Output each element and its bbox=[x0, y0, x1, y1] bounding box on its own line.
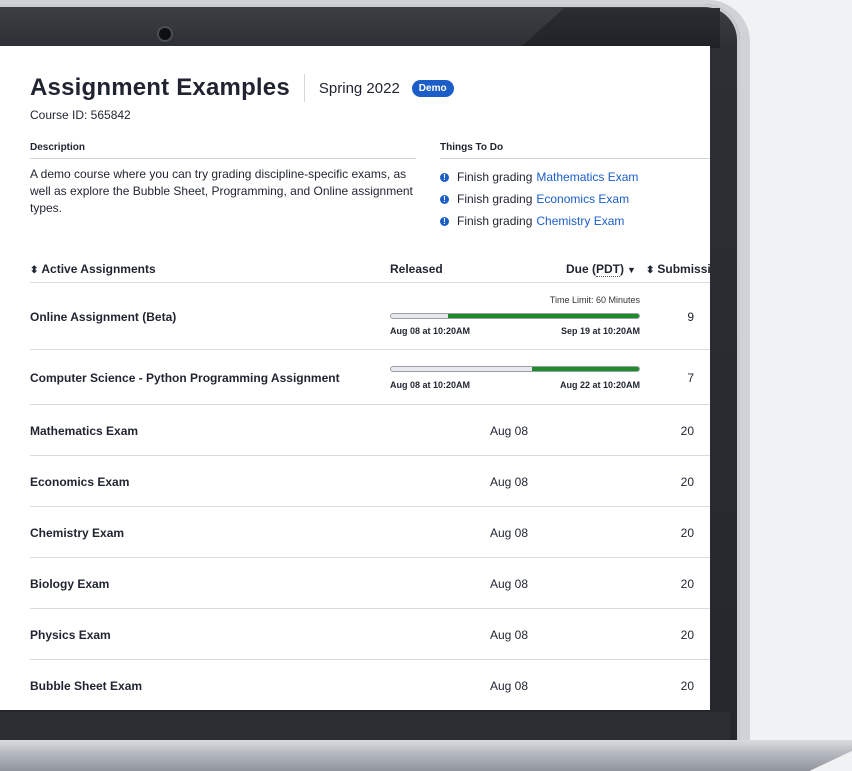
table-row[interactable]: Chemistry Exam Aug 08 20 bbox=[30, 507, 710, 558]
table-row[interactable]: Physics Exam Aug 08 20 bbox=[30, 609, 710, 660]
active-assignments-label: Active Assignments bbox=[41, 262, 156, 276]
table-row[interactable]: Computer Science - Python Programming As… bbox=[30, 350, 710, 405]
assignment-date: Aug 08 bbox=[490, 475, 529, 489]
things-to-do-heading: Things To Do bbox=[440, 142, 710, 159]
screen: Assignment Examples Spring 2022 Demo Cou… bbox=[0, 46, 710, 710]
description-heading: Description bbox=[30, 142, 416, 159]
caret-down-icon: ▼ bbox=[627, 265, 636, 275]
course-header: Assignment Examples Spring 2022 Demo bbox=[30, 74, 454, 102]
assignment-date: Aug 08 bbox=[490, 577, 529, 591]
assignment-name[interactable]: Chemistry Exam bbox=[30, 526, 124, 540]
assignment-name[interactable]: Computer Science - Python Programming As… bbox=[30, 371, 340, 385]
released-column-header[interactable]: Released bbox=[390, 262, 443, 276]
timeline-progress-fill bbox=[448, 314, 639, 318]
assignment-timeline: Aug 08 at 10:20AM Aug 22 at 10:20AM bbox=[390, 362, 640, 402]
assignment-date: Aug 08 bbox=[490, 628, 529, 642]
assignment-timeline: Time Limit: 60 Minutes Aug 08 at 10:20AM… bbox=[390, 293, 640, 343]
assignment-date: Aug 08 bbox=[490, 679, 529, 693]
assignment-name[interactable]: Economics Exam bbox=[30, 475, 129, 489]
todo-prefix: Finish grading bbox=[457, 214, 533, 228]
todo-prefix: Finish grading bbox=[457, 192, 533, 206]
todo-prefix: Finish grading bbox=[457, 170, 533, 184]
things-to-do-list: ! Finish grading Mathematics Exam ! Fini… bbox=[440, 166, 710, 232]
table-row[interactable]: Bubble Sheet Exam Aug 08 20 bbox=[30, 660, 710, 710]
todo-link-mathematics[interactable]: Mathematics Exam bbox=[536, 170, 638, 184]
timeline-progress-fill bbox=[532, 367, 639, 371]
assignment-name[interactable]: Biology Exam bbox=[30, 577, 109, 591]
due-label: Due ( bbox=[566, 262, 596, 276]
timeline-progress-bar bbox=[390, 366, 640, 372]
assignment-name[interactable]: Mathematics Exam bbox=[30, 424, 138, 438]
assignments-table-header: ⬍ Active Assignments Released Due (PDT) ▼ … bbox=[30, 258, 710, 283]
assignment-date: Aug 08 bbox=[490, 424, 529, 438]
released-date: Aug 08 at 10:20AM bbox=[390, 326, 471, 336]
active-assignments-column-header[interactable]: ⬍ Active Assignments bbox=[30, 262, 156, 276]
due-date: Aug 22 at 10:20AM bbox=[559, 380, 640, 390]
due-column-header[interactable]: Due (PDT) ▼ bbox=[566, 262, 636, 277]
page-title: Assignment Examples bbox=[30, 74, 290, 101]
webcam-icon bbox=[157, 26, 173, 42]
laptop-base bbox=[0, 740, 852, 771]
laptop-bezel-bottom bbox=[0, 712, 730, 742]
todo-link-chemistry[interactable]: Chemistry Exam bbox=[536, 214, 624, 228]
submission-count: 9 bbox=[687, 310, 694, 324]
time-limit: Time Limit: 60 Minutes bbox=[549, 295, 640, 305]
course-id: Course ID: 565842 bbox=[30, 108, 131, 122]
submission-count: 7 bbox=[687, 371, 694, 385]
todo-item: ! Finish grading Chemistry Exam bbox=[440, 210, 710, 232]
submissions-column-header[interactable]: ⬍ Submissi bbox=[646, 262, 710, 276]
submission-count: 20 bbox=[680, 475, 694, 489]
demo-badge: Demo bbox=[411, 79, 454, 97]
table-row[interactable]: Economics Exam Aug 08 20 bbox=[30, 456, 710, 507]
submission-count: 20 bbox=[680, 679, 694, 693]
submissions-label: Submissi bbox=[657, 262, 710, 276]
alert-icon: ! bbox=[440, 194, 449, 204]
submission-count: 20 bbox=[680, 424, 694, 438]
sort-icon: ⬍ bbox=[646, 265, 655, 276]
course-term: Spring 2022 bbox=[318, 79, 400, 97]
due-date: Sep 19 at 10:20AM bbox=[560, 326, 640, 336]
assignment-name[interactable]: Physics Exam bbox=[30, 628, 111, 642]
submission-count: 20 bbox=[680, 628, 694, 642]
todo-item: ! Finish grading Economics Exam bbox=[440, 188, 710, 210]
todo-item: ! Finish grading Mathematics Exam bbox=[440, 166, 710, 188]
alert-icon: ! bbox=[440, 172, 449, 182]
assignment-name[interactable]: Online Assignment (Beta) bbox=[30, 310, 176, 324]
submission-count: 20 bbox=[680, 526, 694, 540]
table-row[interactable]: Biology Exam Aug 08 20 bbox=[30, 558, 710, 609]
timeline-progress-bar bbox=[390, 313, 640, 319]
released-date: Aug 08 at 10:20AM bbox=[390, 380, 471, 390]
submission-count: 20 bbox=[680, 577, 694, 591]
table-row[interactable]: Online Assignment (Beta) Time Limit: 60 … bbox=[30, 283, 710, 350]
due-close: ) bbox=[620, 262, 624, 276]
alert-icon: ! bbox=[440, 216, 449, 226]
due-timezone: PDT bbox=[596, 262, 620, 277]
sort-icon: ⬍ bbox=[30, 265, 39, 276]
table-row[interactable]: Mathematics Exam Aug 08 20 bbox=[30, 405, 710, 456]
description-text: A demo course where you can try grading … bbox=[30, 167, 413, 215]
assignment-name[interactable]: Bubble Sheet Exam bbox=[30, 679, 142, 693]
assignment-date: Aug 08 bbox=[490, 526, 529, 540]
todo-link-economics[interactable]: Economics Exam bbox=[536, 192, 629, 206]
header-divider bbox=[303, 74, 305, 102]
